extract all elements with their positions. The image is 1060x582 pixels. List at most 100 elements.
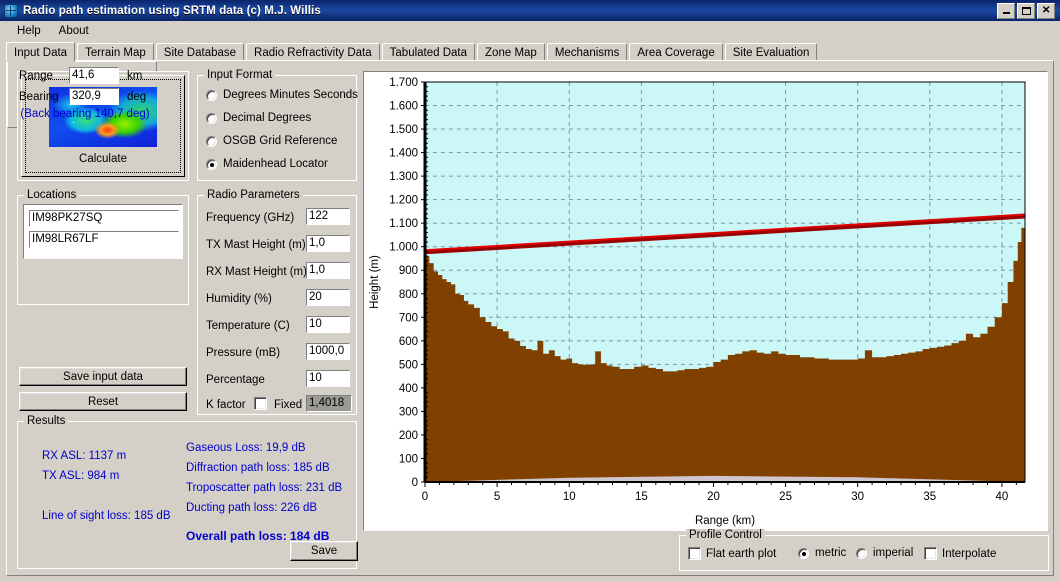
terrain-profile-svg: 01002003004005006007008009001.0001.1001.… — [369, 77, 1026, 527]
minimize-button[interactable] — [997, 2, 1015, 19]
location-1-input[interactable]: IM98PK27SQ — [29, 210, 179, 227]
menu-item-help[interactable]: Help — [8, 24, 50, 38]
locations-title: Locations — [24, 189, 80, 201]
rx-mast-height-label: RX Mast Height (m) — [206, 266, 307, 278]
menu-bar: Help About — [0, 21, 1060, 40]
close-button[interactable]: ✕ — [1037, 2, 1055, 19]
svg-text:500: 500 — [399, 359, 418, 371]
metric-label: metric — [815, 547, 847, 559]
radio-degrees-minutes-seconds[interactable]: Degrees Minutes Seconds — [206, 89, 358, 101]
input-format-group: Input Format Degrees Minutes Seconds Dec… — [197, 69, 358, 181]
rx-mast-height-input[interactable]: 1,0 — [306, 262, 350, 279]
radio-icon — [856, 547, 867, 559]
gaseous-loss-text: Gaseous Loss: 19,9 dB — [186, 442, 306, 454]
svg-text:5: 5 — [494, 491, 500, 503]
range-label: Range — [19, 70, 53, 82]
svg-text:1.400: 1.400 — [389, 148, 418, 160]
results-group: Results RX ASL: 1137 m TX ASL: 984 m Lin… — [17, 415, 358, 569]
title-bar: Radio path estimation using SRTM data (c… — [0, 0, 1060, 21]
radio-parameters-group: Radio Parameters Frequency (GHz) 122 TX … — [197, 189, 357, 415]
svg-text:30: 30 — [851, 491, 864, 503]
svg-text:1.200: 1.200 — [389, 195, 418, 207]
tab-mechanisms[interactable]: Mechanisms — [546, 43, 628, 61]
back-bearing-text: (Back bearing 140,7 deg) — [20, 108, 150, 120]
tab-site-evaluation[interactable]: Site Evaluation — [724, 43, 818, 61]
terrain-profile-plot: 0 100 200 300 400 500 600 700 800 900 1.000 1.100 1.… — [363, 71, 1048, 531]
svg-text:0: 0 — [422, 491, 428, 503]
tab-area-coverage[interactable]: Area Coverage — [629, 43, 723, 61]
menu-item-about[interactable]: About — [50, 24, 98, 38]
temperature-input[interactable]: 10 — [306, 316, 350, 333]
ducting-path-loss-text: Ducting path loss: 226 dB — [186, 502, 318, 514]
profile-control-group: Profile Control Flat earth plot metric i… — [679, 529, 1049, 571]
tab-radio-refractivity-data[interactable]: Radio Refractivity Data — [246, 43, 380, 61]
svg-text:1.500: 1.500 — [389, 124, 418, 136]
flat-earth-plot-checkbox-row[interactable]: Flat earth plot — [688, 547, 776, 560]
k-factor-fixed-checkbox[interactable] — [254, 397, 267, 410]
interpolate-label: Interpolate — [942, 547, 997, 560]
radio-icon — [206, 89, 217, 101]
globe-icon — [4, 3, 18, 18]
svg-text:1.100: 1.100 — [389, 218, 418, 230]
tab-zone-map[interactable]: Zone Map — [477, 43, 545, 61]
pressure-input[interactable]: 1000,0 — [306, 343, 350, 360]
profile-control-title: Profile Control — [686, 529, 765, 541]
locations-group: Locations IM98PK27SQ IM98LR67LF — [17, 189, 189, 305]
tab-terrain-map[interactable]: Terrain Map — [77, 43, 154, 61]
range-input[interactable]: 41,6 — [69, 67, 119, 84]
svg-text:100: 100 — [399, 453, 418, 465]
tab-site-database[interactable]: Site Database — [155, 43, 245, 61]
checkbox-icon — [924, 547, 937, 560]
svg-text:25: 25 — [779, 491, 792, 503]
tx-mast-height-label: TX Mast Height (m) — [206, 239, 306, 251]
checkbox-icon — [688, 547, 701, 560]
radio-parameters-title: Radio Parameters — [204, 189, 303, 201]
svg-text:35: 35 — [923, 491, 936, 503]
svg-text:Height (m): Height (m) — [369, 255, 381, 309]
pressure-label: Pressure (mB) — [206, 347, 281, 359]
save-input-data-button[interactable]: Save input data — [19, 367, 187, 386]
svg-text:200: 200 — [399, 430, 418, 442]
bearing-input[interactable]: 320,9 — [69, 88, 119, 105]
k-factor-label: K factor — [206, 399, 246, 411]
close-icon: ✕ — [1041, 4, 1051, 16]
range-bearing-panel: Range 41,6 km Bearing 320,9 deg (Back be… — [7, 61, 157, 128]
radio-icon-selected — [798, 547, 809, 559]
radio-osgb-grid-reference[interactable]: OSGB Grid Reference — [206, 135, 337, 147]
input-format-title: Input Format — [204, 69, 276, 81]
radio-decimal-degrees[interactable]: Decimal Degrees — [206, 112, 311, 124]
k-factor-fixed-label: Fixed — [274, 399, 303, 411]
results-title: Results — [24, 415, 69, 427]
location-2-input[interactable]: IM98LR67LF — [29, 231, 179, 248]
tx-mast-height-input[interactable]: 1,0 — [306, 235, 350, 252]
radio-icon — [206, 135, 217, 147]
reset-button[interactable]: Reset — [19, 392, 187, 411]
radio-label: Degrees Minutes Seconds — [223, 89, 358, 101]
svg-text:700: 700 — [399, 312, 418, 324]
percentage-input[interactable]: 10 — [306, 370, 350, 387]
tab-tabulated-data[interactable]: Tabulated Data — [381, 43, 476, 61]
imperial-radio-row[interactable]: imperial — [856, 547, 913, 559]
tab-strip: Input Data Terrain Map Site Database Rad… — [6, 42, 1054, 62]
interpolate-checkbox-row[interactable]: Interpolate — [924, 547, 996, 560]
save-results-button[interactable]: Save — [290, 541, 358, 561]
imperial-label: imperial — [873, 547, 914, 559]
maximize-button[interactable] — [1017, 2, 1035, 19]
window-title: Radio path estimation using SRTM data (c… — [23, 4, 321, 17]
svg-text:1.300: 1.300 — [389, 171, 418, 183]
frequency-input[interactable]: 122 — [306, 208, 350, 225]
svg-text:900: 900 — [399, 265, 418, 277]
percentage-label: Percentage — [206, 374, 265, 386]
bearing-label: Bearing — [19, 91, 59, 103]
range-unit: km — [127, 70, 143, 82]
window-buttons: ✕ — [997, 2, 1058, 19]
svg-text:400: 400 — [399, 383, 418, 395]
humidity-input[interactable]: 20 — [306, 289, 350, 306]
svg-text:Range (km): Range (km) — [695, 515, 755, 527]
tx-asl-text: TX ASL: 984 m — [42, 470, 120, 482]
tab-input-data[interactable]: Input Data — [6, 42, 76, 62]
metric-radio-row[interactable]: metric — [798, 547, 846, 559]
k-factor-value: 1,4018 — [306, 395, 352, 412]
input-data-panel: Calculate Input Format Degrees Minutes S… — [6, 60, 1054, 576]
radio-maidenhead-locator[interactable]: Maidenhead Locator — [206, 158, 328, 170]
